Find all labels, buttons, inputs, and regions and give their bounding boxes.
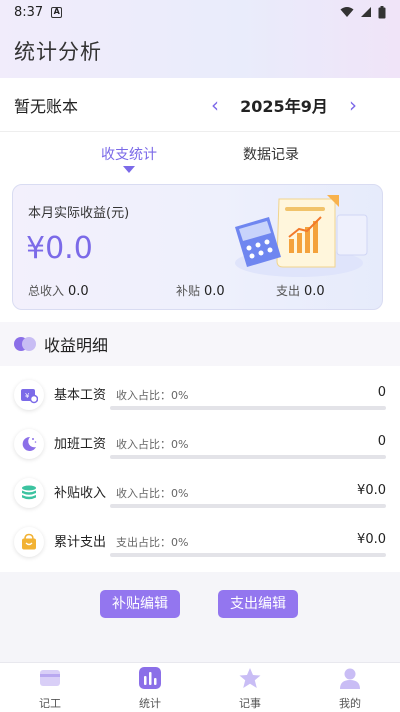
bar-chart-icon: [139, 667, 161, 689]
item-ratio: 支出占比：0%: [116, 536, 189, 549]
item-value: ¥0.0: [357, 532, 386, 547]
ledger-row: 暂无账本 ‹ 2025年9月 ›: [0, 78, 400, 132]
wifi-icon: [340, 7, 354, 17]
notification-icon: A: [51, 6, 63, 18]
item-name: 累计支出: [54, 535, 107, 550]
item-ratio: 收入占比：0%: [116, 389, 189, 402]
income-detail-list: ¥ 基本工资 收入占比：0% 0 加班工资 收入占比：0% 0 补贴收入 收入占…: [0, 366, 400, 572]
tab-income-expense-stats[interactable]: 收支统计: [101, 144, 157, 164]
item-value: 0: [377, 385, 386, 400]
bottom-nav: 记工 统计 记事 我的: [0, 662, 400, 712]
status-time: 8:37: [14, 4, 44, 20]
item-progress-bar: [110, 553, 386, 557]
item-value: ¥0.0: [357, 483, 386, 498]
nav-work-log[interactable]: 记工: [20, 667, 80, 711]
card-icon: [40, 670, 60, 686]
status-bar: 8:37 A: [0, 0, 400, 24]
list-item-basic-salary[interactable]: ¥ 基本工资 收入占比：0% 0: [0, 366, 400, 415]
list-item-total-expense[interactable]: 累计支出 支出占比：0% ¥0.0: [0, 513, 400, 562]
summary-section: 本月实际收益(元) ¥0.0 总收入 0.0 补贴 0.0 支出 0.0: [0, 176, 400, 322]
signal-icon: [361, 7, 371, 17]
list-item-overtime-salary[interactable]: 加班工资 收入占比：0% 0: [0, 415, 400, 464]
item-value: 0: [377, 434, 386, 449]
active-tab-indicator: [123, 166, 135, 173]
item-progress-bar: [110, 504, 386, 508]
person-icon: [340, 668, 360, 689]
list-item-subsidy-income[interactable]: 补贴收入 收入占比：0% ¥0.0: [0, 464, 400, 513]
coins-icon: [22, 485, 36, 500]
current-month[interactable]: 2025年9月: [230, 93, 338, 117]
item-progress-bar: [110, 455, 386, 459]
section-dot-icon: [14, 337, 36, 351]
shopping-bag-icon: [22, 533, 36, 550]
nav-profile[interactable]: 我的: [320, 667, 380, 711]
finance-illustration-icon: [235, 195, 368, 277]
star-icon: [239, 668, 261, 688]
next-month-button[interactable]: ›: [338, 93, 368, 117]
nav-statistics[interactable]: 统计: [120, 667, 180, 711]
page-title: 统计分析: [14, 40, 102, 64]
expense-edit-button[interactable]: 支出编辑: [218, 590, 298, 618]
total-subsidy: 补贴 0.0: [176, 284, 225, 299]
item-name: 加班工资: [54, 437, 107, 452]
item-name: 基本工资: [54, 388, 107, 403]
battery-icon: [378, 5, 386, 18]
month-navigator: ‹ 2025年9月 ›: [200, 78, 368, 132]
item-progress-bar: [110, 406, 386, 410]
tab-data-records[interactable]: 数据记录: [243, 144, 299, 164]
action-buttons: 补贴编辑 支出编辑: [0, 572, 400, 662]
subsidy-edit-button[interactable]: 补贴编辑: [100, 590, 180, 618]
income-detail-header: 收益明细: [0, 322, 400, 366]
app-bar: 统计分析: [0, 24, 400, 78]
income-detail-title: 收益明细: [44, 336, 109, 355]
summary-amount: ¥0.0: [26, 231, 93, 266]
item-name: 补贴收入: [54, 486, 107, 501]
nav-notes[interactable]: 记事: [220, 667, 280, 711]
ledger-selector[interactable]: 暂无账本: [14, 93, 78, 117]
svg-text:¥: ¥: [25, 392, 30, 400]
prev-month-button[interactable]: ‹: [200, 93, 230, 117]
tab-bar: 收支统计 数据记录: [0, 132, 400, 176]
item-ratio: 收入占比：0%: [116, 487, 189, 500]
item-ratio: 收入占比：0%: [116, 438, 189, 451]
moon-icon: [22, 436, 37, 451]
summary-label: 本月实际收益(元): [28, 206, 130, 221]
total-income: 总收入 0.0: [28, 284, 89, 299]
wallet-icon: ¥: [21, 389, 38, 404]
summary-card: 本月实际收益(元) ¥0.0 总收入 0.0 补贴 0.0 支出 0.0: [12, 184, 383, 310]
